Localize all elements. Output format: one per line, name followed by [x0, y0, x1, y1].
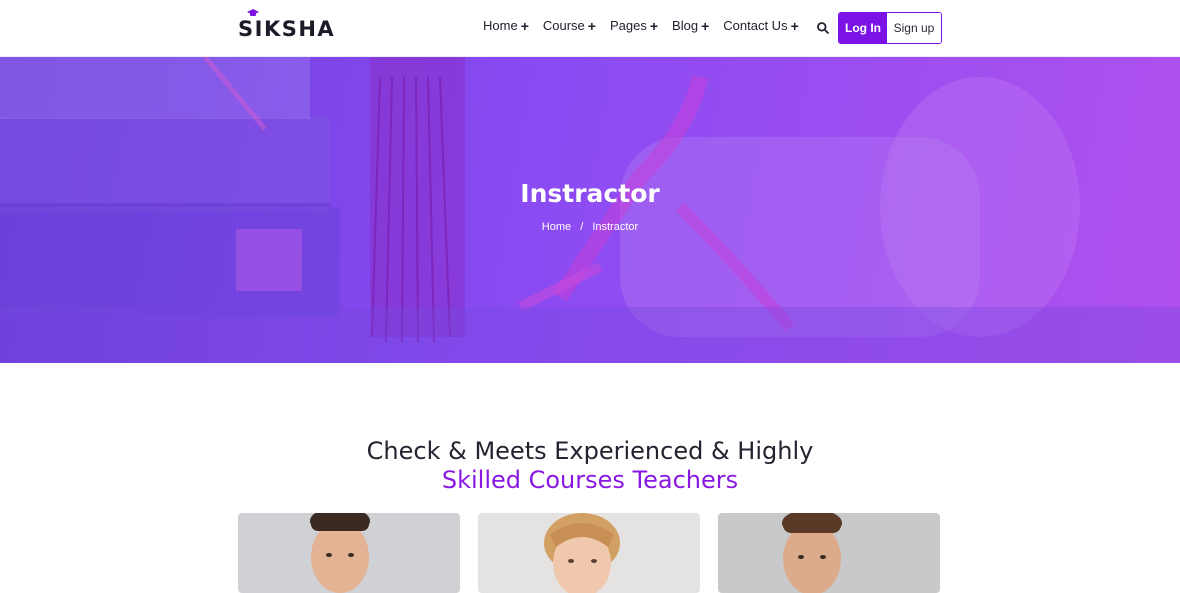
nav-item-label: Course — [542, 18, 585, 33]
nav-item-home[interactable]: Home + — [483, 18, 529, 33]
logo-text: SIKSHA — [238, 17, 336, 41]
nav-item-label: Home — [483, 18, 518, 33]
signup-button[interactable]: Sign up — [887, 13, 941, 43]
instructor-card[interactable] — [238, 513, 460, 593]
instructor-photo — [718, 513, 940, 593]
instructor-card[interactable] — [478, 513, 700, 593]
nav-item-contact[interactable]: Contact Us + — [723, 18, 799, 33]
section-heading: Check & Meets Experienced & Highly — [366, 437, 814, 465]
breadcrumb-home-link[interactable]: Home — [542, 221, 571, 233]
main-nav: Home + Course + Pages + Blog + Contact U… — [483, 18, 799, 33]
page-title: Instractor — [520, 179, 660, 208]
section-heading-accent: Skilled Courses Teachers — [441, 466, 739, 494]
instructor-photo — [478, 513, 700, 593]
page-hero: Instractor Home / Instractor — [0, 57, 1180, 363]
site-header: SIKSHA Home + Course + Pages + Blog + Co… — [0, 0, 1180, 57]
auth-buttons: Log In Sign up — [838, 12, 942, 44]
nav-item-label: Blog — [672, 18, 699, 33]
nav-item-label: Pages — [609, 18, 647, 33]
logo[interactable]: SIKSHA — [238, 9, 336, 42]
instructor-card[interactable] — [718, 513, 940, 593]
search-icon[interactable] — [816, 21, 830, 35]
instructor-photo — [238, 513, 460, 593]
plus-icon: + — [649, 17, 659, 34]
plus-icon: + — [520, 17, 529, 34]
graduation-cap-icon — [247, 9, 259, 16]
breadcrumb-current: Instractor — [592, 221, 639, 233]
nav-item-course[interactable]: Course + — [543, 18, 596, 33]
breadcrumb: Home / Instractor — [0, 221, 1180, 233]
nav-item-blog[interactable]: Blog + — [672, 18, 709, 33]
breadcrumb-separator: / — [580, 221, 584, 233]
plus-icon: + — [587, 17, 596, 34]
plus-icon: + — [790, 17, 799, 34]
plus-icon: + — [701, 17, 710, 34]
login-button[interactable]: Log In — [839, 13, 887, 43]
nav-item-label: Contact Us — [723, 18, 788, 33]
nav-item-pages[interactable]: Pages + — [610, 18, 658, 33]
hero-background-image — [0, 57, 1180, 363]
